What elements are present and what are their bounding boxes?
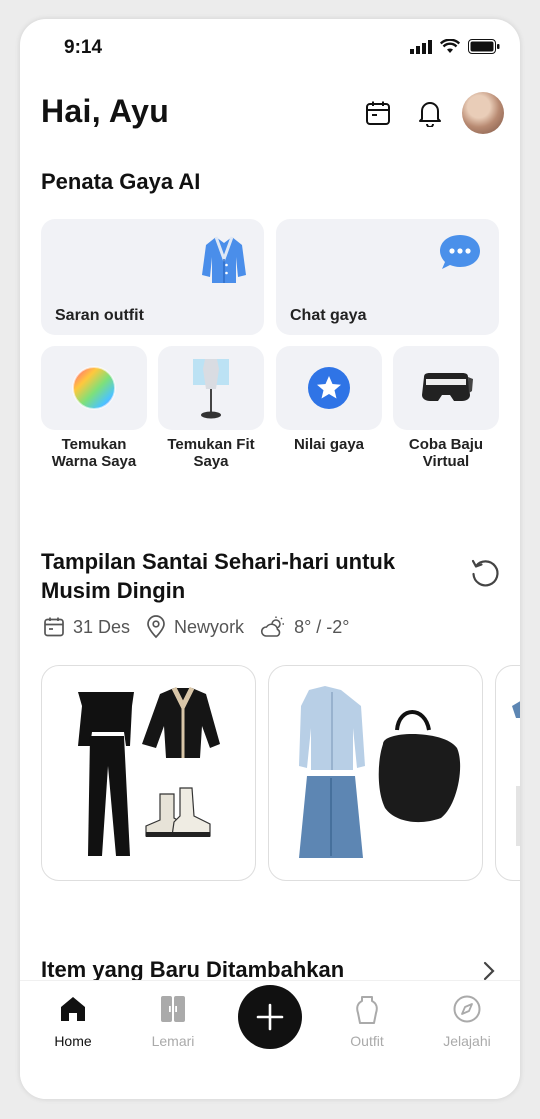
outfit-card[interactable] xyxy=(495,665,520,881)
style-chat-label: Chat gaya xyxy=(290,307,367,324)
compass-icon xyxy=(453,995,481,1023)
find-fit-card[interactable] xyxy=(158,346,264,430)
look-weather: 8° / -2° xyxy=(294,616,350,637)
style-chat-card[interactable]: Chat gaya xyxy=(276,219,499,335)
header: Hai, Ayu xyxy=(41,91,504,135)
status-time: 9:14 xyxy=(64,37,103,58)
star-badge-icon xyxy=(308,367,350,409)
refresh-icon xyxy=(471,559,499,587)
home-icon xyxy=(61,997,85,1021)
outfit-card[interactable] xyxy=(41,665,256,881)
greeting-title: Hai, Ayu xyxy=(41,93,170,129)
nav-home[interactable]: Home xyxy=(28,981,118,1061)
look-location: Newyork xyxy=(174,616,245,637)
look-meta: 31 Des Newyork 8° / -2° xyxy=(43,615,365,639)
wifi-icon xyxy=(440,39,460,53)
find-fit-label: Temukan Fit Saya xyxy=(167,436,255,470)
signal-icon xyxy=(410,39,432,54)
location-pin-icon xyxy=(147,615,165,639)
nav-explore-label: Jelajahi xyxy=(443,1033,491,1049)
battery-icon xyxy=(468,39,500,54)
rate-style-label: Nilai gaya xyxy=(293,436,365,453)
find-color-label: Temukan Warna Saya xyxy=(51,436,137,470)
outfit-image xyxy=(512,701,520,846)
outfit-image xyxy=(299,686,461,858)
calendar-button[interactable] xyxy=(352,91,404,135)
look-title: Tampilan Santai Sehari-hari untuk Musim … xyxy=(41,549,396,603)
vr-headset-icon xyxy=(422,373,473,401)
add-button[interactable] xyxy=(238,985,302,1049)
outfit-image xyxy=(78,686,220,856)
plus-icon xyxy=(256,1003,284,1031)
nav-outfit[interactable]: Outfit xyxy=(322,981,412,1061)
virtual-try-on-label: Coba Baju Virtual xyxy=(408,436,484,470)
virtual-try-on-card[interactable] xyxy=(393,346,499,430)
refresh-button[interactable] xyxy=(470,558,500,593)
stylist-section-title: Penata Gaya AI xyxy=(41,169,201,194)
look-date: 31 Des xyxy=(73,616,131,637)
cardigan-icon xyxy=(202,236,246,283)
mannequin-icon xyxy=(193,359,229,419)
chevron-right-icon xyxy=(483,961,495,981)
nav-outfit-label: Outfit xyxy=(350,1033,384,1049)
nav-home-label: Home xyxy=(54,1033,92,1049)
outfit-icon xyxy=(356,996,378,1024)
color-wheel-icon xyxy=(72,366,116,410)
calendar-icon xyxy=(366,101,390,125)
bottom-nav: Home Lemari Outfit Jelajahi xyxy=(20,980,520,1099)
phone-frame: 9:14 Hai, Ayu Penata Gaya AI Saran outfi… xyxy=(20,19,520,1099)
partly-cloudy-icon xyxy=(261,616,285,637)
outfit-suggestion-card[interactable]: Saran outfit xyxy=(41,219,264,335)
rate-style-card[interactable] xyxy=(276,346,382,430)
outfit-suggestion-label: Saran outfit xyxy=(55,307,144,324)
notification-button[interactable] xyxy=(404,91,456,135)
outfit-card[interactable] xyxy=(268,665,483,881)
calendar-icon xyxy=(44,617,64,637)
nav-wardrobe-label: Lemari xyxy=(151,1033,195,1049)
wardrobe-icon xyxy=(161,996,185,1022)
chat-bubble-icon xyxy=(440,235,480,269)
bell-icon xyxy=(419,102,441,127)
find-color-card[interactable] xyxy=(41,346,147,430)
nav-explore[interactable]: Jelajahi xyxy=(422,981,512,1061)
nav-wardrobe[interactable]: Lemari xyxy=(128,981,218,1061)
avatar[interactable] xyxy=(462,92,504,134)
status-bar: 9:14 xyxy=(20,37,520,61)
